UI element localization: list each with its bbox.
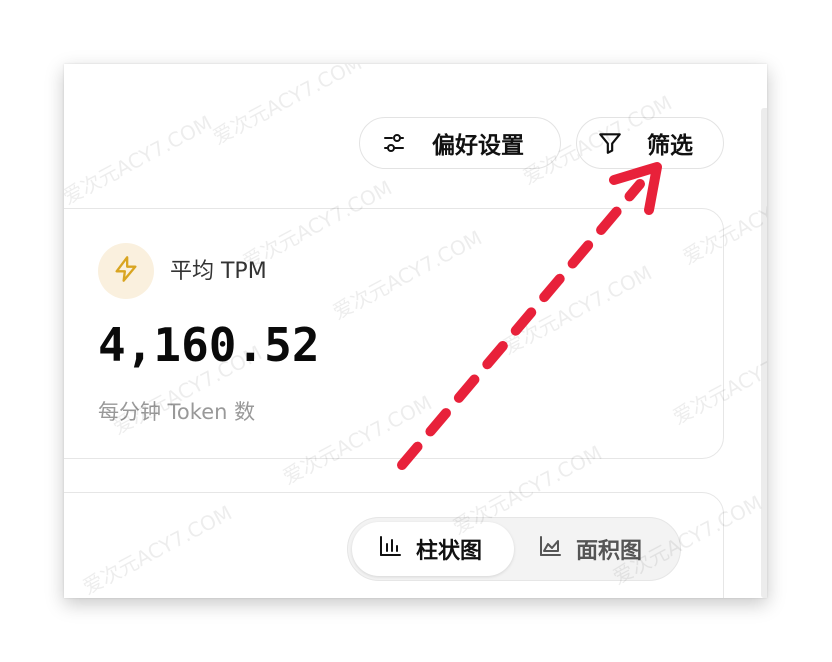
sliders-icon <box>382 131 406 155</box>
area-chart-icon <box>538 534 562 564</box>
stat-value: 4,160.52 <box>98 318 320 372</box>
lightning-icon <box>112 255 140 287</box>
stat-icon-badge <box>98 243 154 299</box>
preferences-button[interactable]: 偏好设置 <box>359 117 561 169</box>
app-window: 偏好设置 筛选 平均 TPM 4,160.52 每分钟 Token 数 柱状图 … <box>64 64 767 598</box>
bar-chart-tab[interactable]: 柱状图 <box>352 522 514 576</box>
area-chart-label: 面积图 <box>576 539 643 564</box>
bar-chart-label: 柱状图 <box>416 539 483 564</box>
stat-title: 平均 TPM <box>170 259 267 284</box>
chart-type-toggle: 柱状图 面积图 <box>347 517 681 581</box>
bar-chart-icon <box>378 534 402 564</box>
stat-subtitle: 每分钟 Token 数 <box>98 400 256 424</box>
preferences-label: 偏好设置 <box>432 133 524 159</box>
watermark-text: 爱次元ACY7.COM <box>64 110 216 210</box>
area-chart-tab[interactable]: 面积图 <box>518 522 678 576</box>
filter-button[interactable]: 筛选 <box>576 117 724 169</box>
watermark-text: 爱次元ACY7.COM <box>208 64 366 150</box>
filter-label: 筛选 <box>647 133 693 159</box>
scrollbar[interactable] <box>761 108 767 598</box>
filter-icon <box>597 130 623 156</box>
